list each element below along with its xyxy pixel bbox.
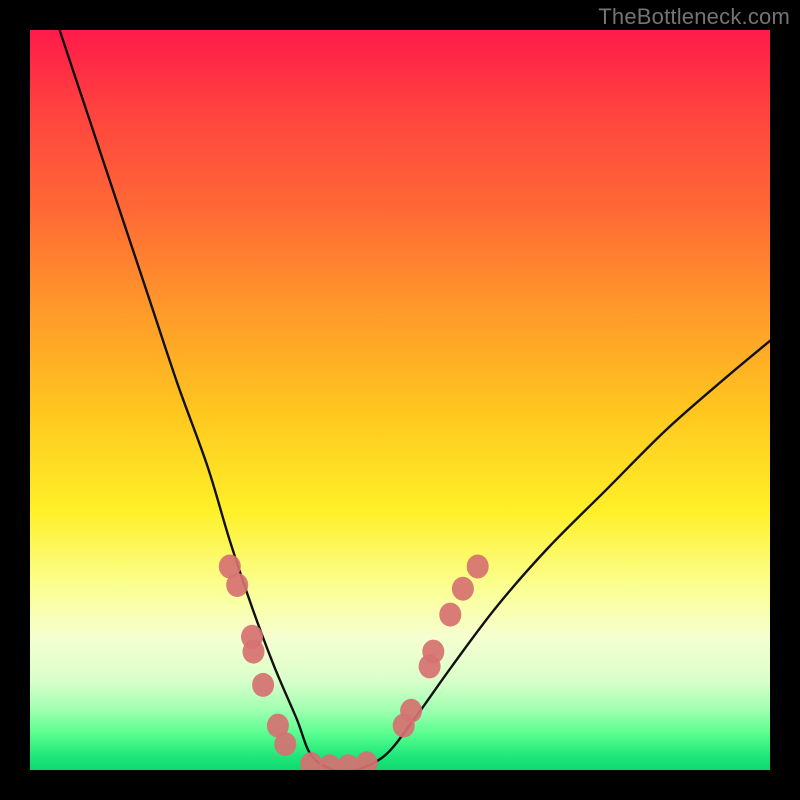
scatter-dot <box>439 603 461 627</box>
scatter-layer <box>219 555 489 771</box>
scatter-dot <box>452 577 474 601</box>
scatter-dot <box>400 699 422 723</box>
bottleneck-curve <box>60 30 770 770</box>
watermark-text: TheBottleneck.com <box>598 4 790 30</box>
scatter-dot <box>274 732 296 756</box>
scatter-dot <box>226 573 248 597</box>
scatter-dot <box>252 673 274 697</box>
scatter-dot <box>467 555 489 579</box>
scatter-dot <box>243 640 265 664</box>
chart-svg <box>30 30 770 770</box>
chart-plot-area <box>30 30 770 770</box>
scatter-dot <box>422 640 444 664</box>
chart-frame: TheBottleneck.com <box>0 0 800 800</box>
scatter-dot <box>356 751 378 770</box>
curve-layer <box>60 30 770 770</box>
